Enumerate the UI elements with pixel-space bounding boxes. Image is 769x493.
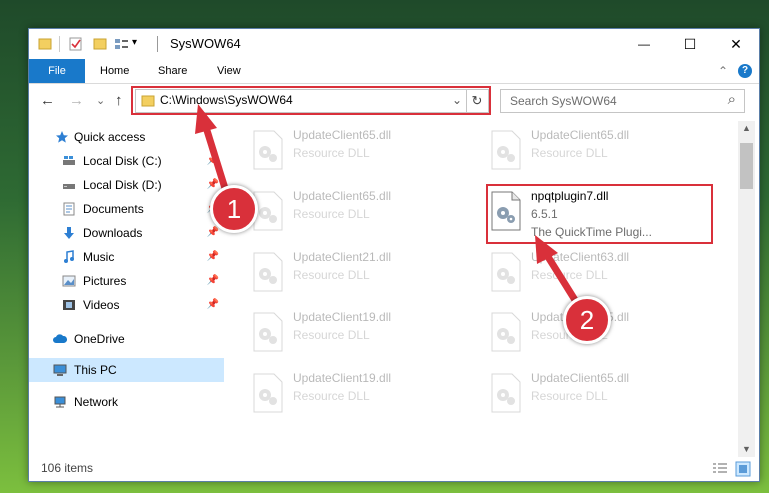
annotation-arrows bbox=[195, 104, 578, 302]
callout-badge-1: 1 bbox=[210, 185, 258, 233]
arrow-2-shaft bbox=[542, 250, 578, 302]
arrow-1-head bbox=[195, 104, 217, 134]
callout-badge-2: 2 bbox=[563, 296, 611, 344]
